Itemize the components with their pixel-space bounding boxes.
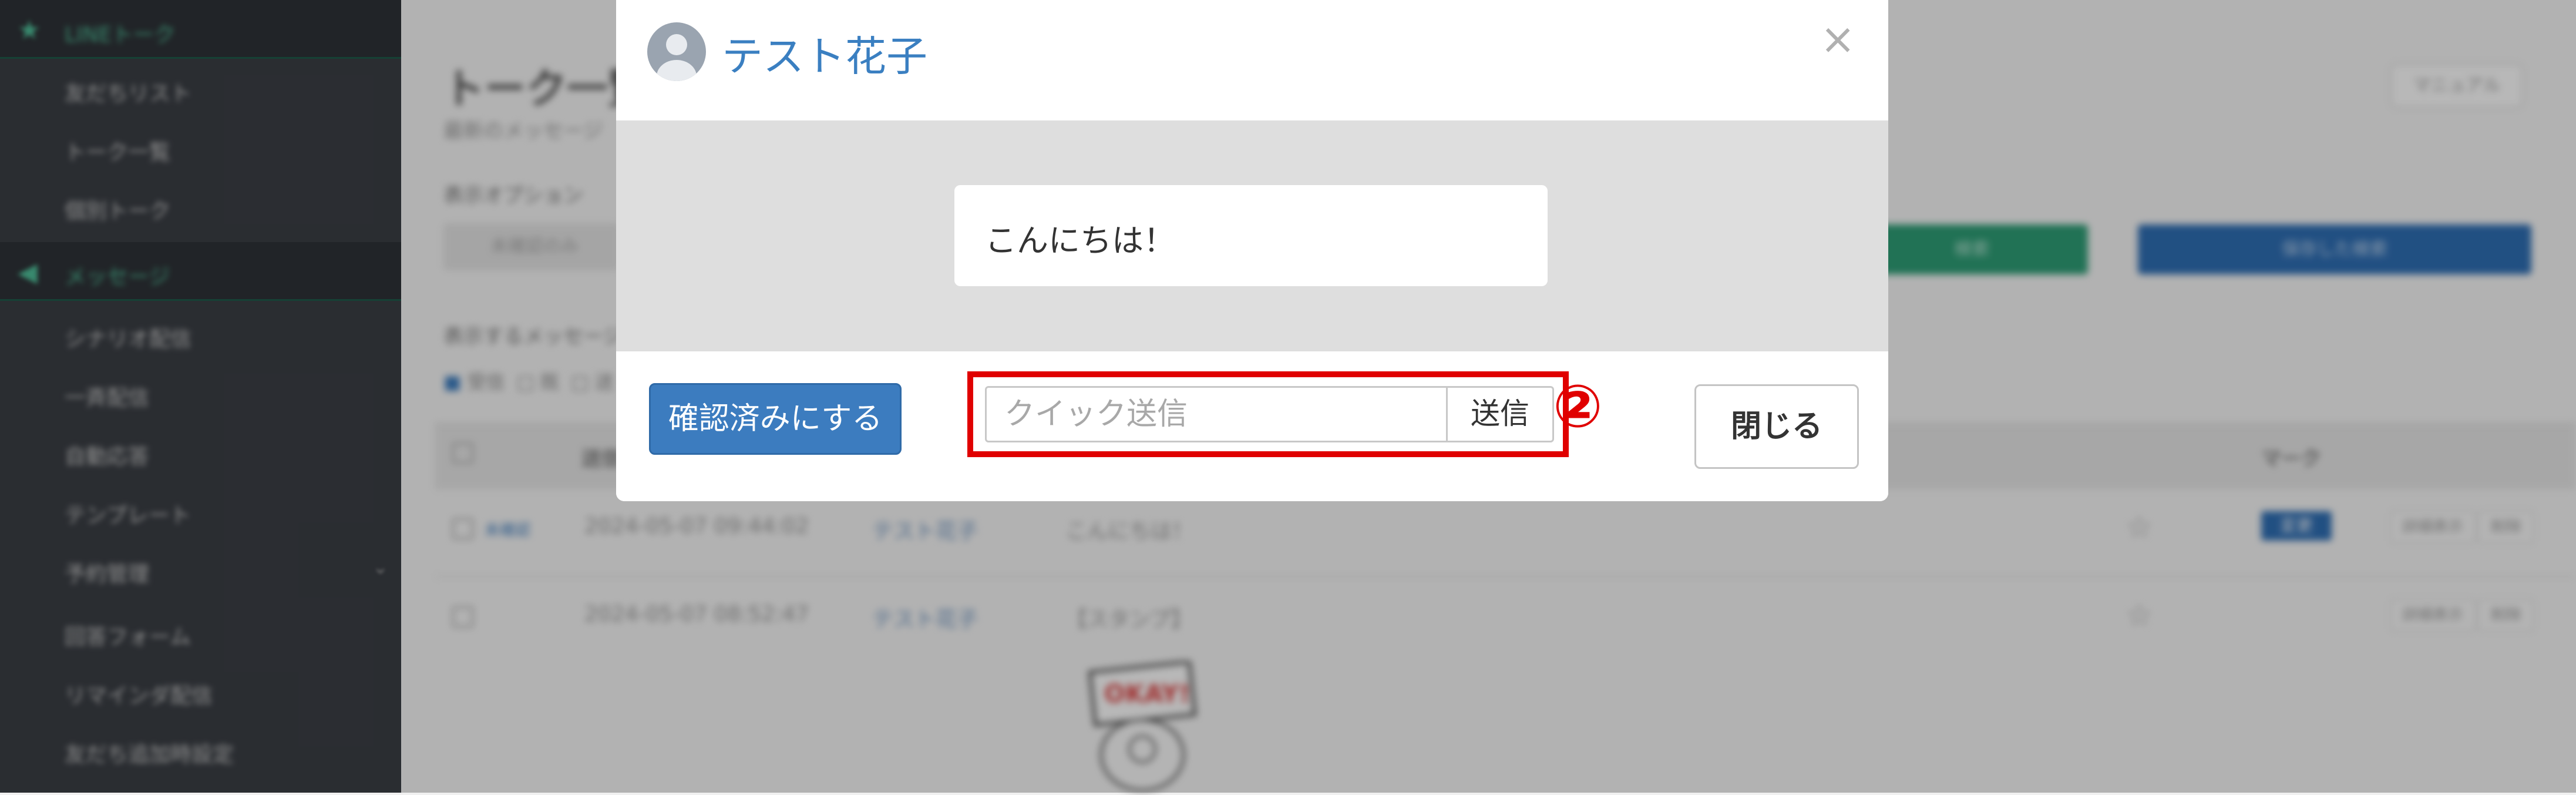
annotation-step-number: ② (1553, 372, 1603, 441)
annotation-highlight-box: 送信 (967, 371, 1569, 457)
close-icon[interactable]: × (1820, 18, 1855, 60)
modal-message-area: こんにちは！ (616, 120, 1888, 351)
modal-header: テスト花子 × (616, 0, 1888, 122)
talk-modal: テスト花子 × こんにちは！ 確認済みにする 送信 ② 閉じる (616, 0, 1888, 501)
modal-footer: 確認済みにする 送信 ② 閉じる (616, 351, 1888, 501)
message-text: こんにちは！ (985, 222, 1175, 259)
message-bubble: こんにちは！ (954, 185, 1548, 286)
user-avatar-icon (657, 34, 697, 81)
send-button[interactable]: 送信 (1446, 386, 1554, 442)
avatar (647, 22, 706, 81)
mark-as-confirmed-button[interactable]: 確認済みにする (649, 383, 902, 455)
quick-send-input[interactable] (985, 386, 1448, 442)
modal-title: テスト花子 (722, 32, 927, 80)
close-button[interactable]: 閉じる (1694, 384, 1859, 469)
